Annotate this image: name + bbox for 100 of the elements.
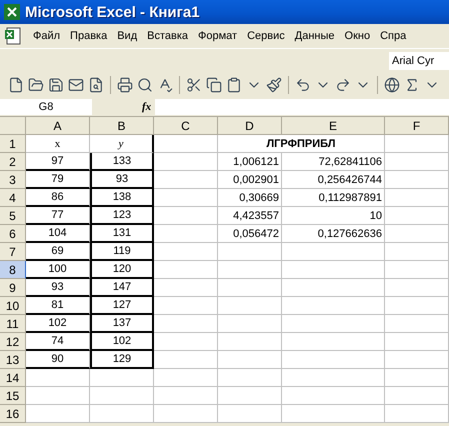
new-file-icon[interactable] bbox=[8, 77, 24, 93]
menu-item[interactable]: Спра bbox=[375, 30, 412, 42]
table-cell bbox=[154, 207, 218, 225]
row-header[interactable]: 11 bbox=[0, 315, 26, 333]
row-header[interactable]: 6 bbox=[0, 225, 26, 243]
table-cell: 133 bbox=[90, 153, 154, 171]
menu-item[interactable]: Окно bbox=[340, 30, 376, 42]
table-cell: 77 bbox=[26, 207, 90, 225]
table-cell bbox=[218, 243, 282, 261]
table-cell bbox=[385, 315, 449, 333]
save-icon[interactable] bbox=[48, 77, 64, 93]
menu-item[interactable]: Файл bbox=[28, 30, 66, 42]
row-header[interactable]: 4 bbox=[0, 189, 26, 207]
row-header[interactable]: 1 bbox=[0, 135, 26, 153]
table-cell bbox=[26, 369, 90, 387]
table-cell bbox=[385, 225, 449, 243]
table-cell bbox=[385, 243, 449, 261]
table-cell bbox=[154, 369, 218, 387]
table-cell: 10 bbox=[282, 207, 385, 225]
row-header[interactable]: 10 bbox=[0, 297, 26, 315]
menu-item[interactable]: Вид bbox=[112, 30, 142, 42]
undo-icon[interactable] bbox=[295, 77, 311, 93]
table-cell bbox=[154, 279, 218, 297]
table-cell: 0,002901 bbox=[218, 171, 282, 189]
window-title: Microsoft Excel - Книга1 bbox=[25, 4, 200, 20]
table-cell: 72,62841106 bbox=[282, 153, 385, 171]
table-cell bbox=[154, 243, 218, 261]
table-cell: 74 bbox=[26, 333, 90, 351]
table-cell bbox=[154, 297, 218, 315]
table-cell: ЛГРФПРИБЛ bbox=[218, 135, 385, 153]
column-header[interactable]: E bbox=[282, 117, 385, 135]
column-header[interactable]: A bbox=[26, 117, 90, 135]
spreadsheet-icon[interactable] bbox=[4, 27, 22, 45]
open-folder-icon[interactable] bbox=[28, 77, 44, 93]
mail-icon[interactable] bbox=[68, 77, 84, 93]
table-cell bbox=[218, 351, 282, 369]
row-header[interactable]: 12 bbox=[0, 333, 26, 351]
row-header[interactable]: 2 bbox=[0, 153, 26, 171]
table-cell: 129 bbox=[90, 351, 154, 369]
table-cell bbox=[218, 279, 282, 297]
table-cell: 86 bbox=[26, 189, 90, 207]
scissors-icon[interactable] bbox=[186, 77, 202, 93]
table-cell bbox=[385, 171, 449, 189]
table-cell bbox=[154, 189, 218, 207]
menu-item[interactable]: Сервис bbox=[242, 30, 290, 42]
row-header[interactable]: 3 bbox=[0, 171, 26, 189]
menu-item[interactable]: Формат bbox=[193, 30, 242, 42]
printer-icon[interactable] bbox=[117, 77, 133, 93]
column-header[interactable]: C bbox=[154, 117, 218, 135]
table-cell: 138 bbox=[90, 189, 154, 207]
copy-icon[interactable] bbox=[206, 77, 222, 93]
globe-icon[interactable] bbox=[384, 77, 400, 93]
row-header[interactable]: 16 bbox=[0, 405, 26, 423]
row-header[interactable]: 7 bbox=[0, 243, 26, 261]
clipboard-icon[interactable] bbox=[226, 77, 242, 93]
column-header[interactable]: B bbox=[90, 117, 154, 135]
row-header[interactable]: 5 bbox=[0, 207, 26, 225]
row-header[interactable]: 13 bbox=[0, 351, 26, 369]
row-header[interactable]: 15 bbox=[0, 387, 26, 405]
table-cell: x bbox=[26, 135, 90, 153]
search-icon[interactable] bbox=[137, 77, 153, 93]
table-cell bbox=[218, 333, 282, 351]
table-cell: 147 bbox=[90, 279, 154, 297]
table-cell: 81 bbox=[26, 297, 90, 315]
table-cell: 4,423557 bbox=[218, 207, 282, 225]
column-header[interactable]: D bbox=[218, 117, 282, 135]
table-cell: 93 bbox=[90, 171, 154, 189]
table-cell bbox=[385, 387, 449, 405]
table-cell: 137 bbox=[90, 315, 154, 333]
menu-item[interactable]: Данные bbox=[290, 30, 340, 42]
paintbrush-icon[interactable] bbox=[266, 77, 282, 93]
file-search-icon[interactable] bbox=[88, 77, 104, 93]
font-field[interactable]: Arial Cyr bbox=[389, 52, 449, 70]
table-cell bbox=[385, 279, 449, 297]
formula-field[interactable] bbox=[155, 99, 449, 115]
column-header[interactable]: F bbox=[385, 117, 449, 135]
table-cell bbox=[154, 405, 218, 423]
table-cell bbox=[385, 297, 449, 315]
table-cell: 93 bbox=[26, 279, 90, 297]
table-cell bbox=[154, 153, 218, 171]
table-cell bbox=[218, 315, 282, 333]
redo-icon[interactable] bbox=[335, 77, 351, 93]
table-cell bbox=[154, 261, 218, 279]
row-header[interactable]: 14 bbox=[0, 369, 26, 387]
table-cell: 102 bbox=[26, 315, 90, 333]
table-cell: 120 bbox=[90, 261, 154, 279]
table-cell bbox=[385, 135, 449, 153]
table-cell: 0,256426744 bbox=[282, 171, 385, 189]
function-icon[interactable]: fx bbox=[142, 101, 152, 113]
menu-item[interactable]: Правка bbox=[65, 30, 112, 42]
table-cell bbox=[385, 153, 449, 171]
spreadsheet-icon bbox=[4, 4, 20, 20]
row-header[interactable]: 8 bbox=[0, 261, 26, 279]
row-header[interactable]: 9 bbox=[0, 279, 26, 297]
name-box[interactable]: G8 bbox=[0, 99, 92, 115]
table-cell bbox=[26, 387, 90, 405]
menu-item[interactable]: Вставка bbox=[142, 30, 194, 42]
table-cell bbox=[154, 315, 218, 333]
table-cell: 69 bbox=[26, 243, 90, 261]
table-cell bbox=[385, 189, 449, 207]
